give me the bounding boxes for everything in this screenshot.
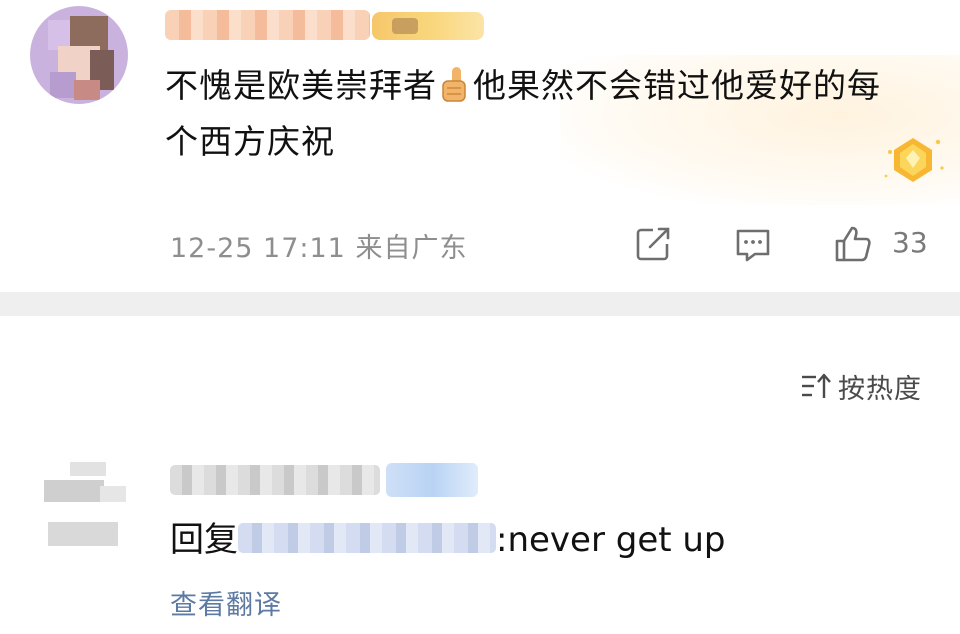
thumbs-up-icon (439, 64, 471, 102)
user-badge-blurred (372, 12, 484, 40)
comment-screen: 不愧是欧美崇拜者 他果然不会错过他爱好的每个西方庆祝 12-25 17:11 来… (0, 0, 960, 634)
share-icon[interactable] (633, 224, 673, 264)
username-blurred[interactable] (165, 10, 370, 40)
comment-icon[interactable] (733, 224, 773, 264)
comment-text-part-1: 不愧是欧美崇拜者 (165, 66, 437, 105)
reply-username-blurred[interactable] (170, 465, 380, 495)
medal-icon (884, 138, 944, 182)
comment-location: 来自广东 (355, 233, 468, 264)
section-divider (0, 292, 960, 316)
avatar[interactable] (30, 6, 128, 104)
comment-time-location: 12-25 17:11 来自广东 (170, 226, 467, 265)
reply-text: 回复 :never get up (170, 512, 726, 568)
reply-avatar[interactable] (40, 458, 126, 558)
reply-mention-blurred[interactable] (238, 523, 496, 553)
reply-badge-blurred (386, 463, 478, 497)
comment-text: 不愧是欧美崇拜者 他果然不会错过他爱好的每个西方庆祝 (165, 58, 905, 170)
reply-prefix: 回复 (170, 520, 238, 560)
like-icon[interactable] (833, 224, 873, 264)
sort-label: 按热度 (838, 373, 922, 405)
comment-time: 12-25 17:11 (170, 233, 346, 264)
sort-button[interactable]: 按热度 (800, 366, 922, 406)
sort-icon (802, 373, 831, 398)
like-count: 33 (892, 226, 928, 259)
reply-suffix: :never get up (496, 520, 726, 560)
top-comment: 不愧是欧美崇拜者 他果然不会错过他爱好的每个西方庆祝 12-25 17:11 来… (0, 0, 960, 292)
comment-meta: 12-25 17:11 来自广东 33 (0, 224, 960, 268)
translate-link[interactable]: 查看翻译 (170, 583, 282, 622)
